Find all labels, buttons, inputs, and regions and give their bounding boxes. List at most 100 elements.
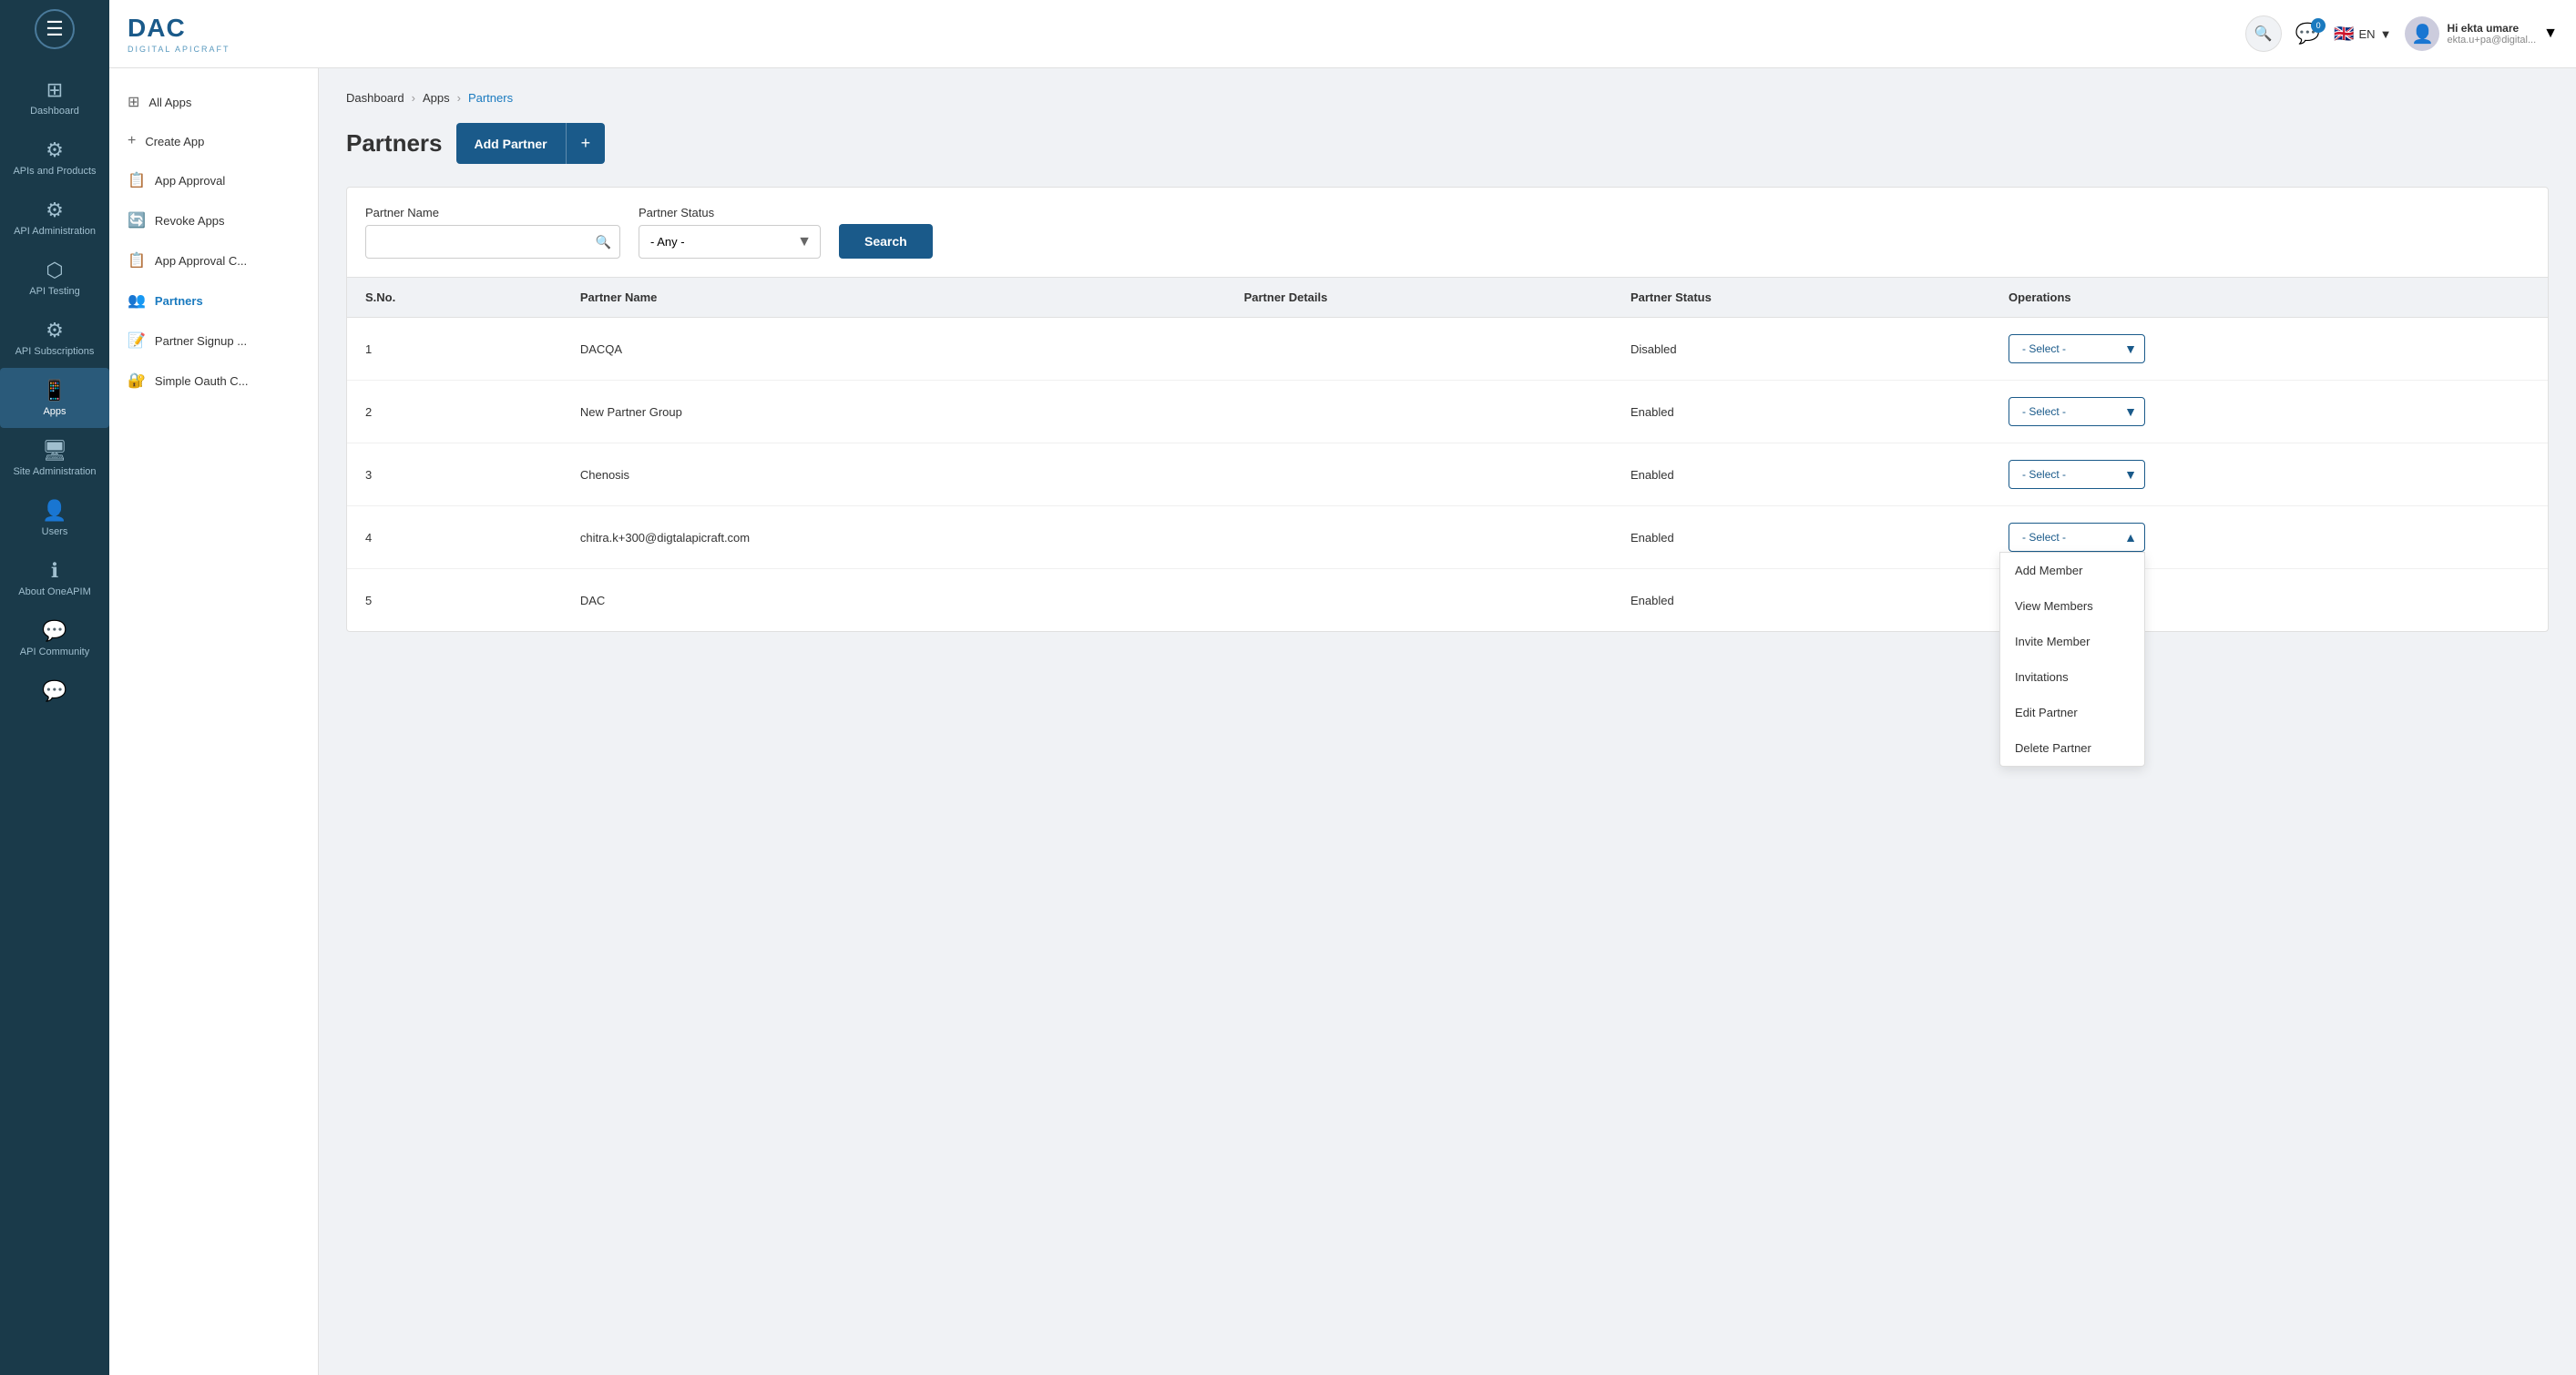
ops-select-wrapper: - Select -▲Add MemberView MembersInvite … — [2009, 523, 2145, 552]
sidebar-label-api-subs: API Subscriptions — [15, 346, 95, 357]
cell-partner-status: Disabled — [1612, 318, 1990, 381]
sidebar-label-users: Users — [42, 526, 68, 537]
dropdown-item[interactable]: Invite Member — [2000, 624, 2144, 659]
user-profile[interactable]: 👤 Hi ekta umare ekta.u+pa@digital... ▼ — [2405, 16, 2558, 51]
ops-select-button[interactable]: - Select -▼ — [2009, 460, 2145, 489]
sec-sidebar-label-create-app: Create App — [145, 135, 204, 148]
community-icon: 💬 — [42, 619, 66, 643]
menu-toggle-button[interactable]: ☰ — [35, 9, 75, 49]
sec-sidebar-create-app[interactable]: + Create App — [109, 122, 318, 160]
table-row: 4chitra.k+300@digtalapicraft.comEnabled-… — [347, 506, 2548, 569]
sidebar-item-api-testing[interactable]: ⬡ API Testing — [0, 248, 109, 308]
cell-operations: - Select -▼ — [1990, 443, 2548, 506]
cell-sno: 1 — [347, 318, 562, 381]
ops-select-button[interactable]: - Select -▼ — [2009, 397, 2145, 426]
sec-sidebar-label-partner-signup: Partner Signup ... — [155, 334, 247, 348]
flag-icon: 🇬🇧 — [2334, 25, 2354, 44]
cell-partner-details — [1226, 381, 1612, 443]
partners-icon: 👥 — [128, 291, 146, 310]
ops-select-button[interactable]: - Select -▲ — [2009, 523, 2145, 552]
ops-chevron-icon: ▼ — [2124, 404, 2137, 419]
partner-name-input-wrapper: 🔍 — [365, 225, 620, 259]
sidebar-item-chat[interactable]: 💬 — [0, 668, 109, 718]
api-subs-icon: ⚙ — [46, 319, 64, 342]
cell-partner-details — [1226, 318, 1612, 381]
dropdown-item[interactable]: Invitations — [2000, 659, 2144, 695]
cell-partner-status: Enabled — [1612, 569, 1990, 632]
cell-sno: 2 — [347, 381, 562, 443]
logo-sub: DIGITAL APICRAFT — [128, 45, 230, 54]
logo-text: DAC — [128, 14, 230, 43]
partner-name-input[interactable] — [365, 225, 620, 259]
breadcrumb-dashboard[interactable]: Dashboard — [346, 91, 404, 105]
sec-sidebar-partners[interactable]: 👥 Partners — [109, 280, 318, 321]
user-text: Hi ekta umare ekta.u+pa@digital... — [2447, 22, 2536, 46]
header-search-button[interactable]: 🔍 — [2245, 15, 2282, 52]
sidebar-label-about: About OneAPIM — [18, 586, 91, 597]
sidebar-item-api-subscriptions[interactable]: ⚙ API Subscriptions — [0, 308, 109, 368]
app-approval-icon: 📋 — [128, 171, 146, 189]
sec-sidebar-simple-oauth[interactable]: 🔐 Simple Oauth C... — [109, 361, 318, 401]
status-select-chevron-icon: ▼ — [797, 234, 812, 250]
sidebar-item-api-admin[interactable]: ⚙ API Administration — [0, 188, 109, 248]
sidebar-item-apis-products[interactable]: ⚙ APIs and Products — [0, 127, 109, 188]
add-partner-plus-button[interactable]: + — [566, 123, 606, 164]
table-row: 1DACQADisabled- Select -▼ — [347, 318, 2548, 381]
sidebar-item-site-admin[interactable]: 🖥 Site Administration — [0, 428, 109, 488]
col-partner-status: Partner Status — [1612, 278, 1990, 318]
sec-sidebar-revoke-apps[interactable]: 🔄 Revoke Apps — [109, 200, 318, 240]
ops-chevron-icon: ▼ — [2124, 467, 2137, 482]
sidebar-item-api-community[interactable]: 💬 API Community — [0, 608, 109, 668]
add-partner-button[interactable]: Add Partner — [456, 123, 566, 164]
sec-sidebar-partner-signup[interactable]: 📝 Partner Signup ... — [109, 321, 318, 361]
dropdown-item[interactable]: View Members — [2000, 588, 2144, 624]
sidebar-item-apps[interactable]: 📱 Apps — [0, 368, 109, 428]
users-icon: 👤 — [42, 499, 66, 523]
notifications-button[interactable]: 💬 0 — [2295, 22, 2320, 46]
cell-partner-name: New Partner Group — [562, 381, 1226, 443]
create-app-icon: + — [128, 133, 136, 149]
partner-status-select[interactable]: - Any - Enabled Disabled — [639, 225, 821, 259]
chat-icon: 💬 — [42, 679, 66, 703]
logo: DAC DIGITAL APICRAFT — [128, 14, 230, 54]
cell-sno: 3 — [347, 443, 562, 506]
dropdown-item[interactable]: Delete Partner — [2000, 730, 2144, 766]
sec-sidebar-label-app-approval-c: App Approval C... — [155, 254, 247, 268]
sidebar-item-users[interactable]: 👤 Users — [0, 488, 109, 548]
dropdown-item[interactable]: Edit Partner — [2000, 695, 2144, 730]
breadcrumb-apps[interactable]: Apps — [423, 91, 450, 105]
sec-sidebar-app-approval-c[interactable]: 📋 App Approval C... — [109, 240, 318, 280]
lang-chevron-icon: ▼ — [2380, 27, 2392, 41]
header-right: 🔍 💬 0 🇬🇧 EN ▼ 👤 Hi ekta umare ekta.u+pa@… — [2245, 15, 2558, 52]
avatar: 👤 — [2405, 16, 2439, 51]
partner-status-label: Partner Status — [639, 206, 821, 219]
sec-sidebar-label-partners: Partners — [155, 294, 203, 308]
ops-select-button[interactable]: - Select -▼ — [2009, 334, 2145, 363]
sec-sidebar-label-all-apps: All Apps — [148, 96, 191, 109]
about-icon: ℹ — [51, 559, 58, 583]
content-area: ⊞ All Apps + Create App 📋 App Approval 🔄… — [109, 68, 2576, 1375]
cell-partner-details — [1226, 506, 1612, 569]
apps-icon: 📱 — [42, 379, 66, 402]
sec-sidebar-all-apps[interactable]: ⊞ All Apps — [109, 82, 318, 122]
sec-sidebar-app-approval[interactable]: 📋 App Approval — [109, 160, 318, 200]
apis-icon: ⚙ — [46, 138, 64, 162]
sidebar-item-about[interactable]: ℹ About OneAPIM — [0, 548, 109, 608]
breadcrumb-partners: Partners — [468, 91, 513, 105]
main-content: Dashboard › Apps › Partners Partners Add… — [319, 68, 2576, 1375]
ops-chevron-icon: ▲ — [2124, 530, 2137, 545]
dropdown-item[interactable]: Add Member — [2000, 553, 2144, 588]
table-row: 2New Partner GroupEnabled- Select -▼ — [347, 381, 2548, 443]
breadcrumb-sep-2: › — [457, 91, 461, 105]
sidebar-item-dashboard[interactable]: ⊞ Dashboard — [0, 67, 109, 127]
partner-name-label: Partner Name — [365, 206, 620, 219]
page-title: Partners — [346, 129, 443, 158]
secondary-sidebar: ⊞ All Apps + Create App 📋 App Approval 🔄… — [109, 68, 319, 1375]
sidebar-label-dashboard: Dashboard — [30, 106, 79, 117]
cell-operations: - Select -▼ — [1990, 381, 2548, 443]
language-selector[interactable]: 🇬🇧 EN ▼ — [2334, 25, 2391, 44]
partners-table-container: S.No. Partner Name Partner Details Partn… — [346, 278, 2549, 632]
search-button[interactable]: Search — [839, 224, 933, 259]
ops-select-wrapper: - Select -▼ — [2009, 397, 2145, 426]
ops-chevron-icon: ▼ — [2124, 341, 2137, 356]
